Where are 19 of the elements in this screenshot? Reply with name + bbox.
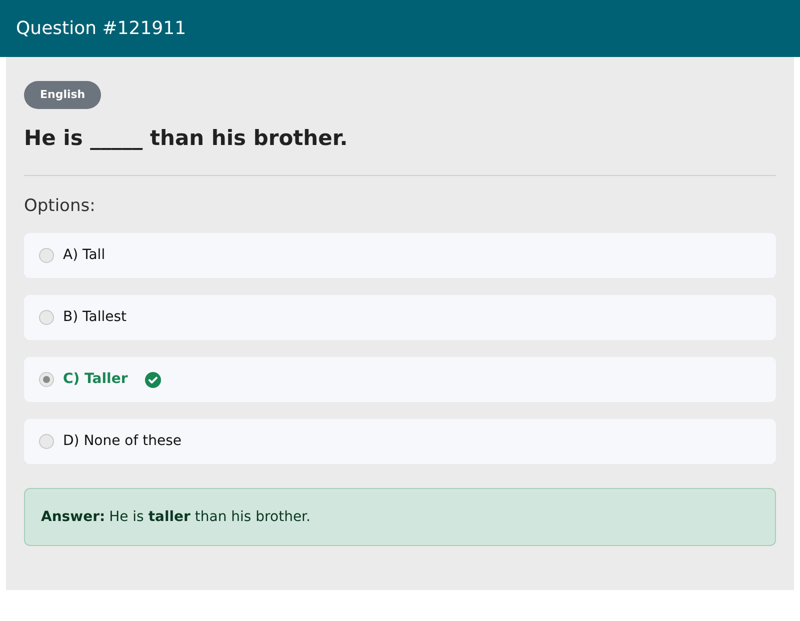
option-row[interactable]: B) Tallest: [24, 295, 776, 340]
radio-button[interactable]: [39, 310, 54, 326]
radio-button[interactable]: [39, 434, 54, 450]
category-badge: English: [24, 81, 102, 110]
answer-label: Answer:: [41, 508, 106, 527]
radio-button[interactable]: [39, 248, 54, 264]
option-row[interactable]: C) Taller: [24, 357, 776, 402]
option-row[interactable]: A) Tall: [24, 233, 776, 278]
check-circle-icon: [144, 372, 161, 388]
option-label: A) Tall: [63, 246, 106, 266]
option-label: D) None of these: [63, 432, 182, 452]
option-label: B) Tallest: [63, 308, 127, 328]
question-text: He is _____ than his brother.: [24, 125, 349, 152]
options-label: Options:: [24, 194, 96, 218]
answer-text: He is taller than his brother.: [109, 508, 310, 527]
option-label: C) Taller: [63, 370, 128, 390]
option-row[interactable]: D) None of these: [24, 419, 776, 464]
question-title: Question #121911: [16, 17, 186, 41]
radio-button[interactable]: [39, 372, 54, 388]
